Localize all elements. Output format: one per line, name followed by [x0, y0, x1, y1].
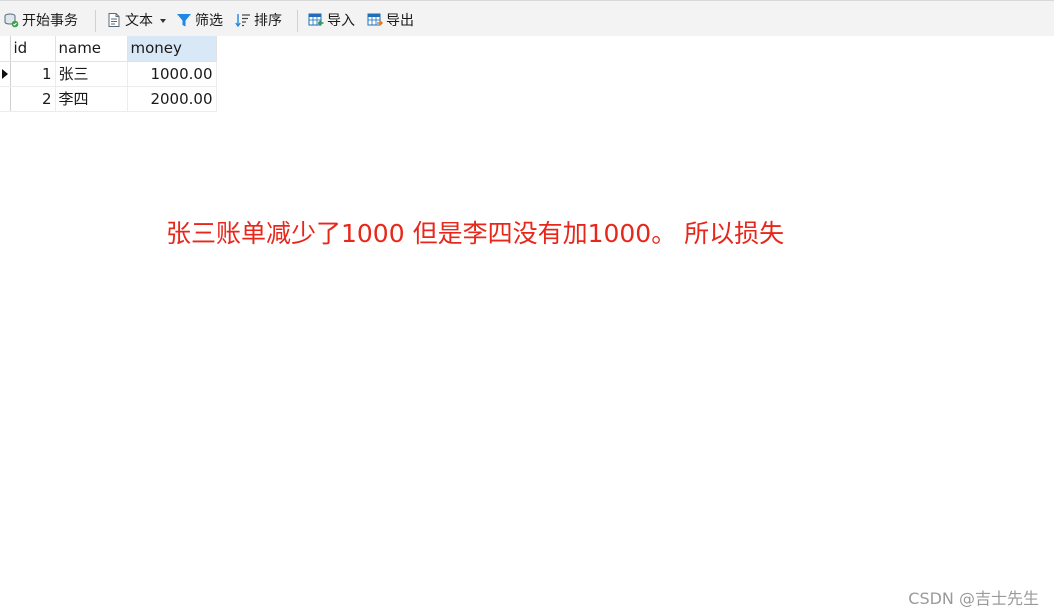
column-header-id[interactable]: id [10, 36, 56, 62]
sort-label: 排序 [254, 13, 282, 29]
funnel-icon [176, 12, 192, 28]
data-grid: id name money 1 张三 1000.00 2 李四 2000.00 [0, 36, 217, 112]
toolbar: 开始事务 文本 筛选 排序 导入 导出 [0, 0, 1054, 36]
cell-id[interactable]: 1 [10, 61, 56, 87]
cell-id[interactable]: 2 [10, 86, 56, 112]
document-icon [106, 12, 122, 28]
begin-transaction-label: 开始事务 [22, 13, 78, 29]
cell-money[interactable]: 2000.00 [127, 86, 217, 112]
text-view-button[interactable]: 文本 [106, 9, 166, 31]
export-button[interactable]: 导出 [367, 9, 414, 31]
import-label: 导入 [327, 13, 355, 29]
row-header[interactable] [0, 61, 11, 87]
text-view-label: 文本 [125, 13, 153, 29]
annotation-text: 张三账单减少了1000 但是李四没有加1000。 所以损失 [166, 219, 785, 248]
column-header-name[interactable]: name [55, 36, 128, 62]
table-row[interactable]: 1 张三 1000.00 [0, 61, 217, 87]
grid-header-row: id name money [0, 36, 217, 62]
column-header-money[interactable]: money [127, 36, 217, 62]
row-pointer-icon [2, 68, 8, 79]
transaction-icon [3, 12, 19, 28]
chevron-down-icon [160, 18, 166, 23]
cell-money[interactable]: 1000.00 [127, 61, 217, 87]
toolbar-divider [297, 10, 298, 32]
table-export-icon [367, 12, 383, 28]
cell-name[interactable]: 张三 [55, 61, 128, 87]
row-header-corner [0, 36, 11, 62]
sort-button[interactable]: 排序 [235, 9, 282, 31]
export-label: 导出 [386, 13, 414, 29]
watermark: CSDN @吉士先生 [908, 589, 1039, 608]
table-row[interactable]: 2 李四 2000.00 [0, 86, 217, 112]
cell-name[interactable]: 李四 [55, 86, 128, 112]
filter-label: 筛选 [195, 13, 223, 29]
row-header[interactable] [0, 86, 11, 112]
import-button[interactable]: 导入 [308, 9, 355, 31]
begin-transaction-button[interactable]: 开始事务 [3, 9, 78, 31]
table-import-icon [308, 12, 324, 28]
toolbar-divider [95, 10, 96, 32]
sort-icon [235, 12, 251, 28]
filter-button[interactable]: 筛选 [176, 9, 223, 31]
